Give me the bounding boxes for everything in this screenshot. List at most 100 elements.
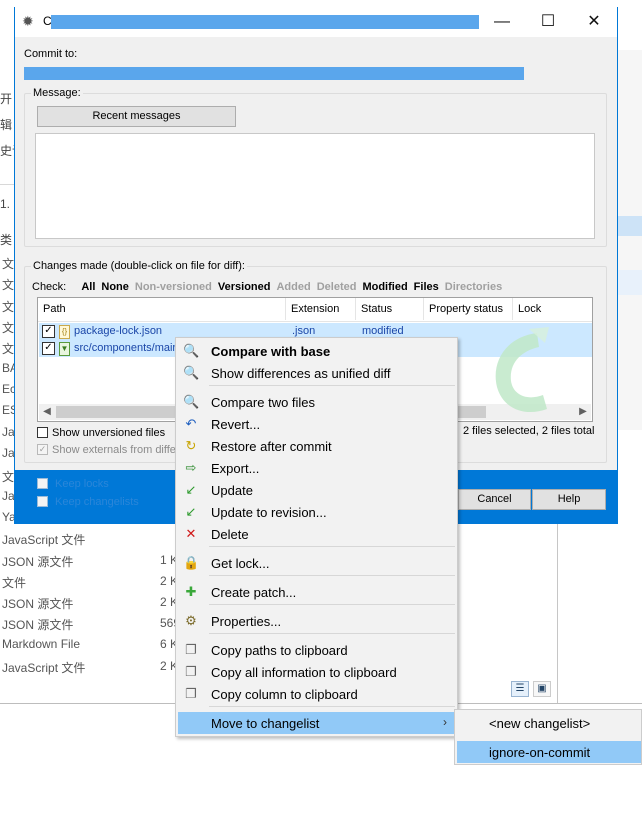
bg-file-row[interactable]: JSON 源文件 2 K: [2, 595, 178, 612]
bg-fragment: 1.: [0, 197, 11, 211]
bg-file-row[interactable]: Markdown File 6 K: [2, 637, 178, 651]
bg-file-row[interactable]: 文: [2, 319, 14, 336]
menu-item-delete[interactable]: ✕ Delete: [178, 523, 455, 545]
menu-item-label: Export...: [211, 461, 260, 476]
bg-file-row[interactable]: 文: [2, 276, 14, 293]
menu-item-label: Show differences as unified diff: [211, 366, 391, 381]
recent-messages-button[interactable]: Recent messages: [37, 106, 236, 127]
show-unversioned-checkbox[interactable]: [37, 427, 48, 438]
keep-changelists-checkbox[interactable]: [37, 496, 48, 507]
bg-file-row[interactable]: JavaScript 文件 2 K: [2, 659, 178, 676]
menu-item-export[interactable]: ⇨ Export...: [178, 457, 455, 479]
menu-item-label: Get lock...: [211, 556, 270, 571]
bg-file-row[interactable]: 文件 2 K: [2, 574, 178, 591]
check-label: Check:: [32, 281, 67, 293]
menu-item-copy-column-to-clipboard[interactable]: ❐ Copy column to clipboard: [178, 683, 455, 705]
filter-files[interactable]: Files: [414, 281, 439, 293]
maximize-button[interactable]: ☐: [525, 7, 571, 37]
submenu-item-label: <new changelist>: [489, 716, 591, 731]
changelist-submenu: <new changelist> ignore-on-commit: [454, 709, 642, 765]
bg-file-type: 文: [2, 278, 15, 292]
column-status[interactable]: Status: [356, 298, 424, 320]
list-header: Path Extension Status Property status Lo…: [38, 298, 592, 322]
menu-separator: [209, 575, 455, 576]
update-arrow-icon: ↙: [185, 482, 197, 497]
file-path: src/components/main: [74, 342, 179, 354]
filter-all[interactable]: All: [81, 281, 95, 293]
menu-item-label: Revert...: [211, 417, 261, 432]
magnifier-icon: 🔍: [183, 343, 200, 358]
menu-item-copy-paths-to-clipboard[interactable]: ❐ Copy paths to clipboard: [178, 639, 455, 661]
bg-file-type: 文: [2, 300, 15, 314]
bg-file-row[interactable]: 文: [2, 255, 14, 272]
bg-file-row[interactable]: Ja: [2, 446, 15, 460]
bg-file-row[interactable]: JavaScript 文件: [2, 531, 85, 548]
update-arrow-icon: ↙: [185, 504, 197, 519]
bg-file-type: 文件: [2, 576, 27, 590]
bg-hover-band: [618, 270, 642, 295]
menu-item-restore-after-commit[interactable]: ↻ Restore after commit: [178, 435, 455, 457]
bg-file-row[interactable]: 文: [2, 468, 14, 485]
menu-item-update-to-revision[interactable]: ↙ Update to revision...: [178, 501, 455, 523]
row-checkbox[interactable]: ✓: [42, 325, 55, 338]
copy-icon: ❐: [185, 642, 197, 657]
scroll-left-icon[interactable]: ◀: [39, 404, 55, 420]
magnifier-icon: 🔍: [183, 365, 200, 380]
bg-file-row[interactable]: 文: [2, 298, 14, 315]
menu-item-move-to-changelist[interactable]: Move to changelist ›: [178, 712, 455, 734]
column-path[interactable]: Path: [38, 298, 286, 320]
column-property-status[interactable]: Property status: [424, 298, 513, 320]
bg-file-row[interactable]: Ja: [2, 489, 15, 503]
filter-none[interactable]: None: [101, 281, 129, 293]
filter-modified[interactable]: Modified: [362, 281, 407, 293]
minimize-button[interactable]: —: [479, 7, 525, 37]
menu-item-label: Copy paths to clipboard: [211, 643, 348, 658]
chevron-right-icon: ›: [443, 715, 447, 729]
column-lock[interactable]: Lock: [513, 298, 592, 320]
submenu-item-ignore-on-commit[interactable]: ignore-on-commit: [457, 741, 641, 763]
menu-separator: [209, 604, 455, 605]
menu-item-compare-two-files[interactable]: 🔍 Compare two files: [178, 391, 455, 413]
restore-icon: ↻: [185, 438, 197, 453]
submenu-item-new-changelist[interactable]: <new changelist>: [457, 712, 641, 734]
bg-pane-border: [557, 520, 558, 704]
menu-item-revert[interactable]: ↶ Revert...: [178, 413, 455, 435]
delete-x-icon: ✕: [185, 526, 197, 541]
preview-icon[interactable]: ▣: [533, 681, 551, 697]
scroll-right-icon[interactable]: ▶: [575, 404, 591, 420]
bg-file-row[interactable]: Ja: [2, 425, 15, 439]
cancel-button[interactable]: Cancel: [458, 489, 531, 510]
bg-file-type: JavaScript 文件: [2, 661, 86, 675]
bg-file-row[interactable]: JSON 源文件 1 K: [2, 553, 178, 570]
menu-item-properties[interactable]: ⚙ Properties...: [178, 610, 455, 632]
row-checkbox[interactable]: ✓: [42, 342, 55, 355]
commit-to-label: Commit to:: [24, 48, 78, 60]
show-externals-checkbox[interactable]: ✓: [37, 444, 48, 455]
keep-locks-checkbox[interactable]: [37, 478, 48, 489]
commit-message-input[interactable]: [35, 133, 595, 239]
copy-icon: ❐: [185, 686, 197, 701]
bg-file-row[interactable]: JSON 源文件569 K: [2, 616, 191, 633]
menu-item-show-differences-as-unified-diff[interactable]: 🔍 Show differences as unified diff: [178, 362, 455, 384]
menu-item-update[interactable]: ↙ Update: [178, 479, 455, 501]
show-unversioned-label: Show unversioned files: [52, 427, 166, 439]
menu-item-label: Properties...: [211, 614, 282, 629]
menu-item-copy-all-information-to-clipboard[interactable]: ❐ Copy all information to clipboard: [178, 661, 455, 683]
menu-separator: [209, 633, 455, 634]
help-button[interactable]: Help: [532, 489, 606, 510]
details-view-icon[interactable]: ☰: [511, 681, 529, 697]
commit-url-field[interactable]: [24, 67, 524, 80]
close-button[interactable]: ✕: [571, 7, 617, 37]
bg-file-row[interactable]: 文: [2, 340, 14, 357]
keep-locks-label: Keep locks: [55, 478, 109, 490]
menu-separator: [209, 385, 455, 386]
menu-item-label: Delete: [211, 527, 249, 542]
menu-item-get-lock[interactable]: 🔒 Get lock...: [178, 552, 455, 574]
menu-item-compare-with-base[interactable]: 🔍 Compare with base: [178, 340, 455, 362]
file-path: package-lock.json: [74, 325, 163, 337]
tortoise-icon: ✹: [22, 13, 34, 29]
filter-versioned[interactable]: Versioned: [218, 281, 271, 293]
bg-fragment: 类: [0, 233, 13, 247]
column-extension[interactable]: Extension: [286, 298, 356, 320]
menu-item-create-patch[interactable]: ✚ Create patch...: [178, 581, 455, 603]
